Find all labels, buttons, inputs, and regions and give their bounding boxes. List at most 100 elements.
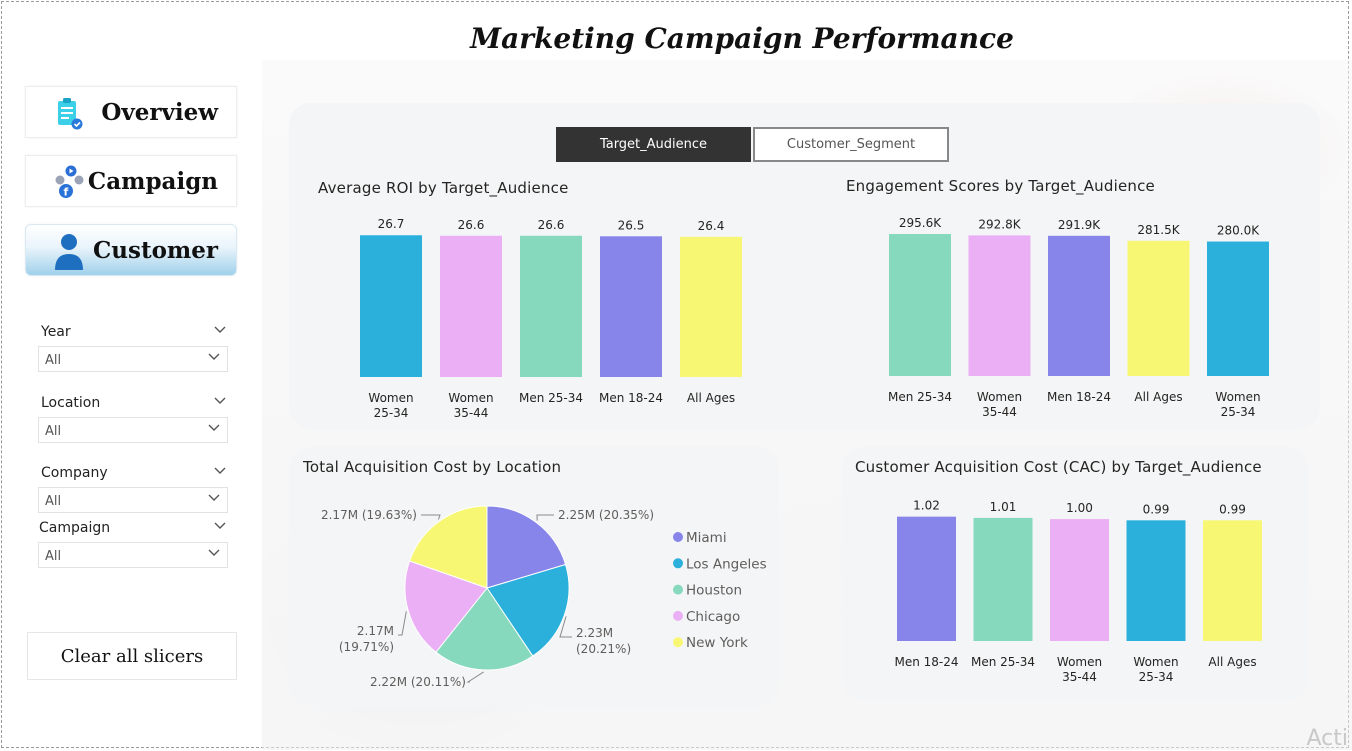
legend-label[interactable]: New York <box>686 635 748 651</box>
cac-data-label: 0.99 <box>1219 502 1246 516</box>
engagement-category-label: 35-44 <box>982 405 1017 419</box>
roi-chart-title: Average ROI by Target_Audience <box>318 179 569 197</box>
engagement-category-label: Women <box>977 390 1022 404</box>
cac-data-label: 1.02 <box>913 499 940 513</box>
roi-data-label: 26.5 <box>618 218 645 232</box>
chevron-down-icon <box>207 547 221 561</box>
cac-bar-chart: 1.02Men 18-241.01Men 25-341.00Women35-44… <box>894 499 1262 684</box>
toggle-customer-segment[interactable]: Customer_Segment <box>753 127 949 162</box>
roi-category-label: Men 18-24 <box>599 391 663 405</box>
legend-label[interactable]: Houston <box>686 583 742 599</box>
pie-data-label: (20.21%) <box>576 642 631 656</box>
slicer-campaign-label: Campaign <box>39 520 111 536</box>
roi-data-label: 26.6 <box>538 218 565 232</box>
clear-slicers-button[interactable]: Clear all slicers <box>27 632 237 680</box>
slicer-campaign-value: All <box>45 549 62 564</box>
pie-leader-line <box>466 671 484 683</box>
social-media-icon: f <box>55 165 84 199</box>
slicer-location-dropdown[interactable]: All <box>38 417 228 443</box>
cac-category-label: All Ages <box>1208 655 1256 669</box>
slicer-company: Company All <box>33 461 233 513</box>
slicer-year-dropdown[interactable]: All <box>38 346 228 372</box>
roi-category-label: All Ages <box>687 391 735 405</box>
cac-data-label: 1.00 <box>1066 501 1093 515</box>
roi-category-label: Women <box>368 391 413 405</box>
cac-data-label: 1.01 <box>990 500 1017 514</box>
slicer-location-label: Location <box>41 395 101 411</box>
slicer-year: Year All <box>33 320 233 372</box>
roi-data-label: 26.4 <box>698 219 725 233</box>
cac-bar[interactable] <box>1203 520 1262 641</box>
slicer-year-value: All <box>45 353 62 368</box>
toggle-target-audience[interactable]: Target_Audience <box>556 127 751 162</box>
slicer-company-label: Company <box>41 465 108 481</box>
pie-leader-line <box>421 514 441 520</box>
nav-campaign-label: Campaign <box>87 168 218 195</box>
cac-category-label: 25-34 <box>1139 670 1174 684</box>
pie-data-label: 2.25M (20.35%) <box>558 508 654 522</box>
nav-customer-button[interactable]: Customer <box>25 224 237 276</box>
roi-bar-chart: 26.7Women25-3426.6Women35-4426.6Men 25-3… <box>360 217 742 420</box>
pie-leader-line <box>398 611 407 636</box>
roi-data-label: 26.6 <box>458 218 485 232</box>
cac-bar[interactable] <box>897 516 956 641</box>
engagement-data-label: 292.8K <box>978 217 1021 231</box>
engagement-category-label: Men 18-24 <box>1047 390 1111 404</box>
nav-overview-label: Overview <box>101 99 218 126</box>
cac-bar[interactable] <box>973 517 1033 641</box>
chevron-down-icon[interactable] <box>213 520 227 534</box>
slicer-year-label: Year <box>41 324 71 340</box>
roi-bar[interactable] <box>600 236 662 377</box>
pie-data-label: 2.17M <box>357 624 394 638</box>
roi-data-label: 26.7 <box>378 217 405 231</box>
legend-marker <box>673 610 683 621</box>
activation-watermark: Acti <box>1306 726 1349 751</box>
page-title: Marketing Campaign Performance <box>470 22 1014 55</box>
pie-leader-line <box>536 514 554 521</box>
legend-marker <box>673 584 683 595</box>
cac-category-label: Women <box>1057 655 1102 669</box>
chevron-down-icon <box>207 351 221 365</box>
legend-label[interactable]: Chicago <box>686 609 740 625</box>
slicer-company-value: All <box>45 494 62 509</box>
engagement-category-label: Women <box>1215 390 1260 404</box>
pie-data-label: (19.71%) <box>339 640 394 654</box>
engagement-data-label: 295.6K <box>899 216 942 230</box>
slicer-campaign-dropdown[interactable]: All <box>38 542 228 568</box>
engagement-bar[interactable] <box>1207 241 1269 376</box>
legend-label[interactable]: Miami <box>686 530 727 546</box>
engagement-category-label: All Ages <box>1134 390 1182 404</box>
roi-bar[interactable] <box>520 235 582 377</box>
slicer-company-dropdown[interactable]: All <box>38 487 228 513</box>
roi-bar[interactable] <box>360 235 422 377</box>
user-icon <box>55 234 83 270</box>
pie-data-label: 2.23M <box>576 626 613 640</box>
engagement-bar[interactable] <box>1127 240 1190 376</box>
engagement-bar[interactable] <box>1048 235 1110 376</box>
legend-label[interactable]: Los Angeles <box>686 556 767 572</box>
engagement-bar[interactable] <box>968 235 1031 376</box>
chevron-down-icon[interactable] <box>213 324 227 338</box>
pie-chart-title: Total Acquisition Cost by Location <box>303 458 562 476</box>
roi-bar[interactable] <box>680 236 742 377</box>
cac-bar[interactable] <box>1050 519 1109 641</box>
clipboard-icon <box>58 98 83 130</box>
engagement-bar-chart: 295.6KMen 25-34292.8KWomen35-44291.9KMen… <box>888 216 1269 419</box>
nav-customer-label: Customer <box>92 237 218 264</box>
nav-overview-button[interactable]: Overview <box>25 86 237 138</box>
roi-bar[interactable] <box>440 235 502 377</box>
pie-data-label: 2.22M (20.11%) <box>370 675 466 689</box>
nav-campaign-button[interactable]: f Campaign <box>25 155 237 207</box>
slicer-location: Location All <box>33 391 233 443</box>
cac-bar[interactable] <box>1126 520 1186 641</box>
chevron-down-icon[interactable] <box>213 465 227 479</box>
pie-data-label: 2.17M (19.63%) <box>321 508 417 522</box>
engagement-data-label: 280.0K <box>1217 224 1260 238</box>
cac-category-label: 35-44 <box>1062 670 1097 684</box>
roi-category-label: Women <box>448 391 493 405</box>
roi-category-label: Men 25-34 <box>519 391 583 405</box>
chevron-down-icon[interactable] <box>213 395 227 409</box>
engagement-bar[interactable] <box>889 234 951 376</box>
legend-marker <box>673 637 683 648</box>
cac-category-label: Men 25-34 <box>971 655 1035 669</box>
